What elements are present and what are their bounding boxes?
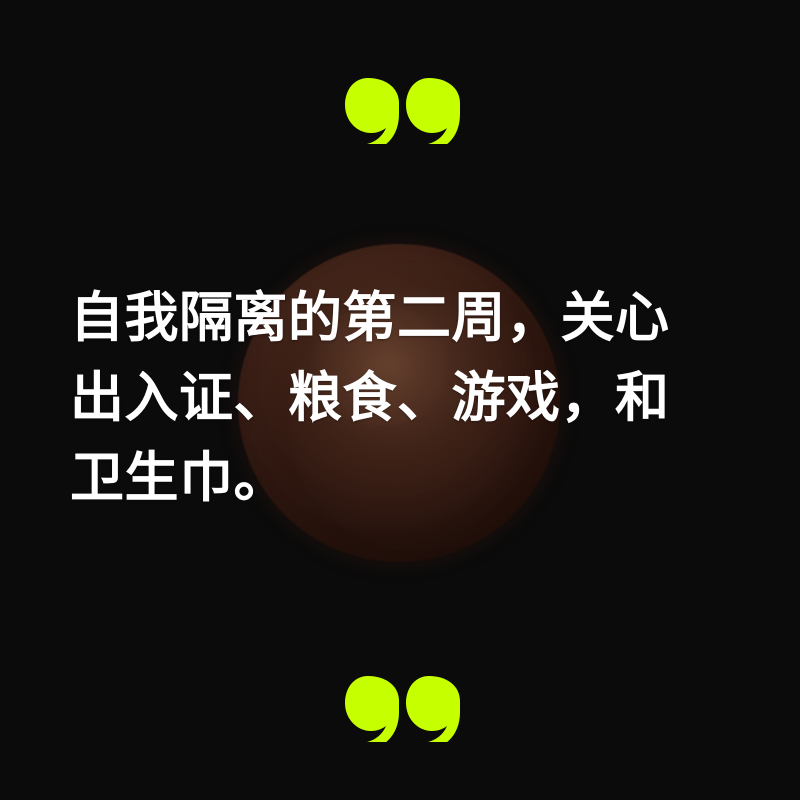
quote-text: 自我隔离的第二周，关心 出入证、粮食、游戏，和 卫生巾。 — [70, 278, 740, 518]
opening-quote-icon — [342, 76, 460, 144]
quote-line-1: 自我隔离的第二周，关心 — [70, 286, 670, 349]
quote-line-3: 卫生巾。 — [70, 446, 288, 509]
quote-card: 自我隔离的第二周，关心 出入证、粮食、游戏，和 卫生巾。 — [0, 0, 800, 800]
closing-quote-icon — [342, 674, 460, 742]
quote-line-2: 出入证、粮食、游戏，和 — [70, 366, 670, 429]
